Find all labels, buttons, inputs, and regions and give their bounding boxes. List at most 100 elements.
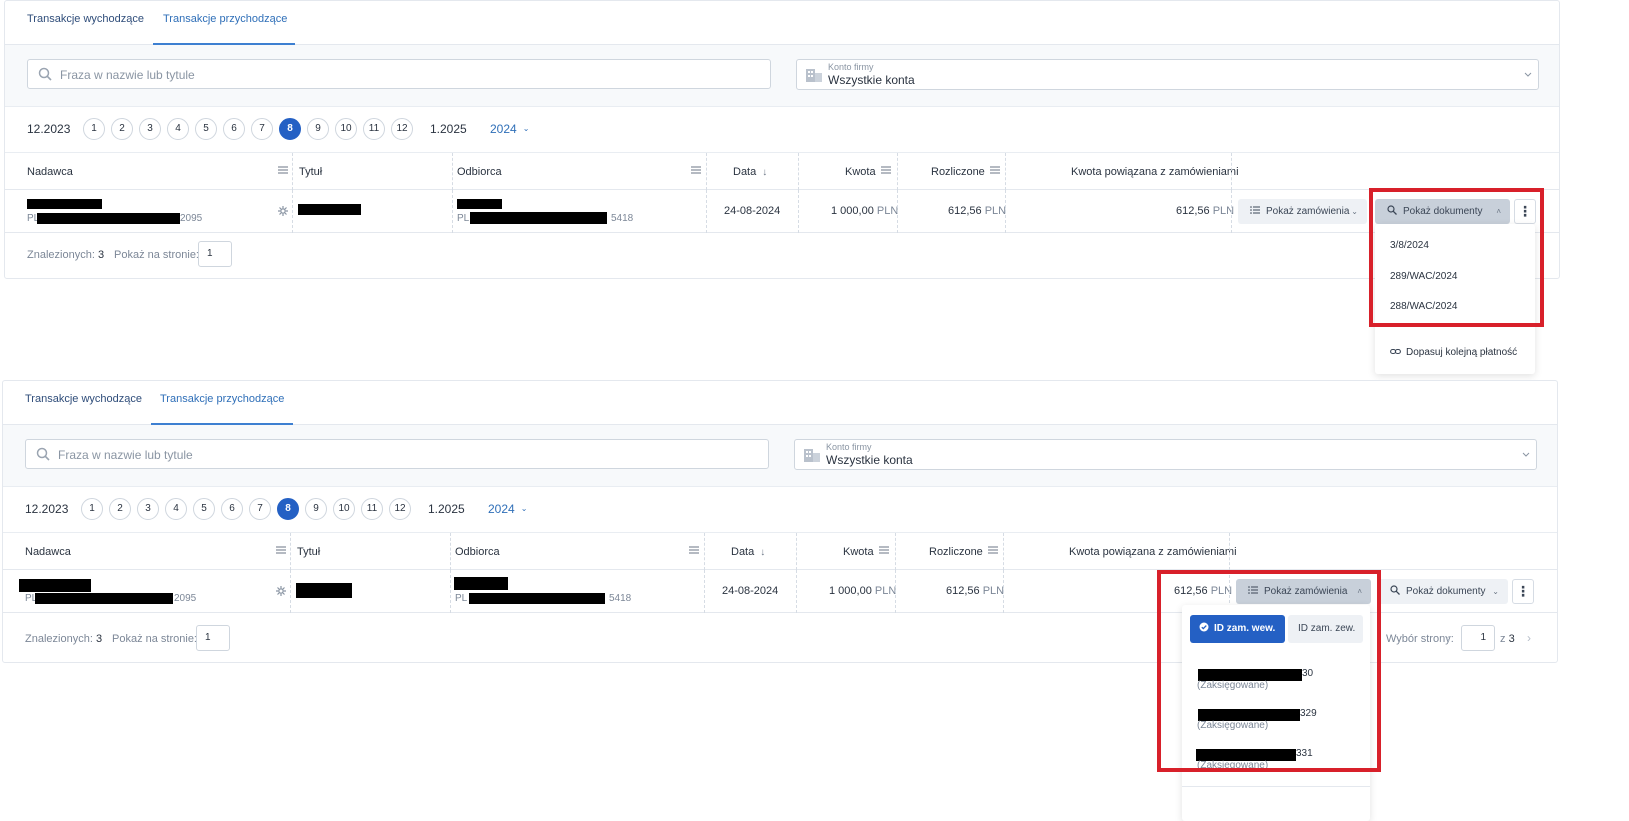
col-amount[interactable]: Kwota: [845, 166, 876, 178]
tab-outgoing[interactable]: Transakcje wychodzące: [27, 13, 144, 25]
search-box[interactable]: [25, 439, 769, 469]
account-select-value: Wszystkie konta: [826, 453, 913, 467]
month-next-year[interactable]: 1.2025: [430, 122, 467, 136]
per-page-input[interactable]: 1: [198, 241, 232, 267]
col-amount[interactable]: Kwota: [843, 546, 874, 558]
month-8[interactable]: 8: [279, 118, 301, 140]
more-actions-button[interactable]: ⋮: [1512, 579, 1534, 604]
col-linked-amount[interactable]: Kwota powiązana z zamówieniami: [1069, 546, 1237, 558]
highlight-box: [1369, 188, 1544, 327]
row-amount-value: 1 000,00: [831, 205, 874, 217]
month-2[interactable]: 2: [111, 118, 133, 140]
transactions-panel-top: Transakcje wychodzące Transakcje przycho…: [4, 0, 1560, 279]
column-menu-icon[interactable]: [990, 165, 1000, 175]
month-3[interactable]: 3: [137, 498, 159, 520]
month-5[interactable]: 5: [195, 118, 217, 140]
year-select[interactable]: 2024 ⌄: [490, 122, 529, 136]
month-7[interactable]: 7: [251, 118, 273, 140]
search-icon: [1390, 585, 1400, 595]
search-input[interactable]: [60, 66, 760, 84]
month-8[interactable]: 8: [277, 498, 299, 520]
redacted-recipient-account: [469, 593, 605, 604]
month-next-year[interactable]: 1.2025: [428, 502, 465, 516]
month-9[interactable]: 9: [305, 498, 327, 520]
month-6[interactable]: 6: [223, 118, 245, 140]
redacted-title: [298, 204, 361, 215]
month-12[interactable]: 12: [391, 118, 413, 140]
recipient-account-suffix: 5418: [609, 593, 632, 604]
year-select[interactable]: 2024 ⌄: [488, 502, 527, 516]
tab-incoming[interactable]: Transakcje przychodzące: [160, 393, 284, 405]
month-prev-year[interactable]: 12.2023: [25, 502, 68, 516]
tabs: Transakcje wychodzące Transakcje przycho…: [3, 381, 1557, 425]
month-7[interactable]: 7: [249, 498, 271, 520]
column-menu-icon[interactable]: [879, 545, 889, 555]
chevron-right-icon[interactable]: ›: [1527, 631, 1531, 645]
col-date[interactable]: Data ↓: [731, 546, 765, 558]
chevron-down-icon: [1524, 72, 1532, 77]
month-5[interactable]: 5: [193, 498, 215, 520]
row-linked-value: 612,56: [1176, 205, 1210, 217]
month-2[interactable]: 2: [109, 498, 131, 520]
match-payment-link[interactable]: Dopasuj kolejną płatność: [1390, 347, 1517, 358]
chevron-down-icon: ⌄: [522, 124, 530, 133]
page-input[interactable]: 1: [1461, 625, 1495, 651]
col-title[interactable]: Tytuł: [299, 166, 322, 178]
account-select[interactable]: Konto firmy Wszystkie konta: [796, 59, 1539, 90]
month-9[interactable]: 9: [307, 118, 329, 140]
month-10[interactable]: 10: [335, 118, 357, 140]
show-orders-button[interactable]: Pokaż zamówienia ⌄: [1238, 199, 1367, 224]
col-divider: [796, 570, 797, 613]
col-divider: [1229, 533, 1230, 570]
month-4[interactable]: 4: [167, 118, 189, 140]
col-settled[interactable]: Rozliczone: [931, 166, 985, 178]
month-4[interactable]: 4: [165, 498, 187, 520]
tab-incoming[interactable]: Transakcje przychodzące: [163, 13, 287, 25]
column-menu-icon[interactable]: [689, 545, 699, 555]
column-menu-icon[interactable]: [988, 545, 998, 555]
month-1[interactable]: 1: [81, 498, 103, 520]
col-divider: [706, 190, 707, 233]
found-value: 3: [97, 249, 105, 261]
col-linked-amount[interactable]: Kwota powiązana z zamówieniami: [1071, 166, 1239, 178]
col-settled[interactable]: Rozliczone: [929, 546, 983, 558]
column-menu-icon[interactable]: [691, 165, 701, 175]
search-icon: [38, 67, 52, 81]
month-10[interactable]: 10: [333, 498, 355, 520]
search-box[interactable]: [27, 59, 771, 89]
month-12[interactable]: 12: [389, 498, 411, 520]
column-menu-icon[interactable]: [881, 165, 891, 175]
per-page-input[interactable]: 1: [196, 625, 230, 651]
col-date[interactable]: Data ↓: [733, 166, 767, 178]
account-select-label: Konto firmy: [828, 62, 874, 72]
found-value: 3: [95, 633, 103, 645]
redacted-sender-account: [35, 593, 173, 604]
col-title[interactable]: Tytuł: [297, 546, 320, 558]
col-sender[interactable]: Nadawca: [25, 546, 71, 558]
gear-icon[interactable]: [278, 206, 288, 216]
month-11[interactable]: 11: [361, 498, 383, 520]
col-divider: [706, 153, 707, 190]
gear-icon[interactable]: [276, 586, 286, 596]
col-recipient[interactable]: Odbiorca: [455, 546, 500, 558]
month-6[interactable]: 6: [221, 498, 243, 520]
col-sender[interactable]: Nadawca: [27, 166, 73, 178]
search-input[interactable]: [58, 446, 758, 464]
col-divider: [450, 533, 451, 570]
row-date: 24-08-2024: [724, 205, 781, 217]
tab-outgoing[interactable]: Transakcje wychodzące: [25, 393, 142, 405]
col-divider: [895, 570, 896, 613]
table-row[interactable]: PL 2095 PL 5418 24-08-2024 1 000,00 PLN …: [5, 190, 1559, 233]
sort-down-icon: ↓: [762, 167, 768, 178]
month-3[interactable]: 3: [139, 118, 161, 140]
month-prev-year[interactable]: 12.2023: [27, 122, 70, 136]
show-documents-button[interactable]: Pokaż dokumenty ⌄: [1378, 579, 1508, 604]
account-select[interactable]: Konto firmy Wszystkie konta: [794, 439, 1537, 470]
column-menu-icon[interactable]: [278, 165, 288, 175]
per-page-label: Pokaż na stronie:: [112, 633, 197, 645]
col-recipient[interactable]: Odbiorca: [457, 166, 502, 178]
chevron-left-icon[interactable]: ‹: [1446, 631, 1450, 645]
month-11[interactable]: 11: [363, 118, 385, 140]
month-1[interactable]: 1: [83, 118, 105, 140]
column-menu-icon[interactable]: [276, 545, 286, 555]
